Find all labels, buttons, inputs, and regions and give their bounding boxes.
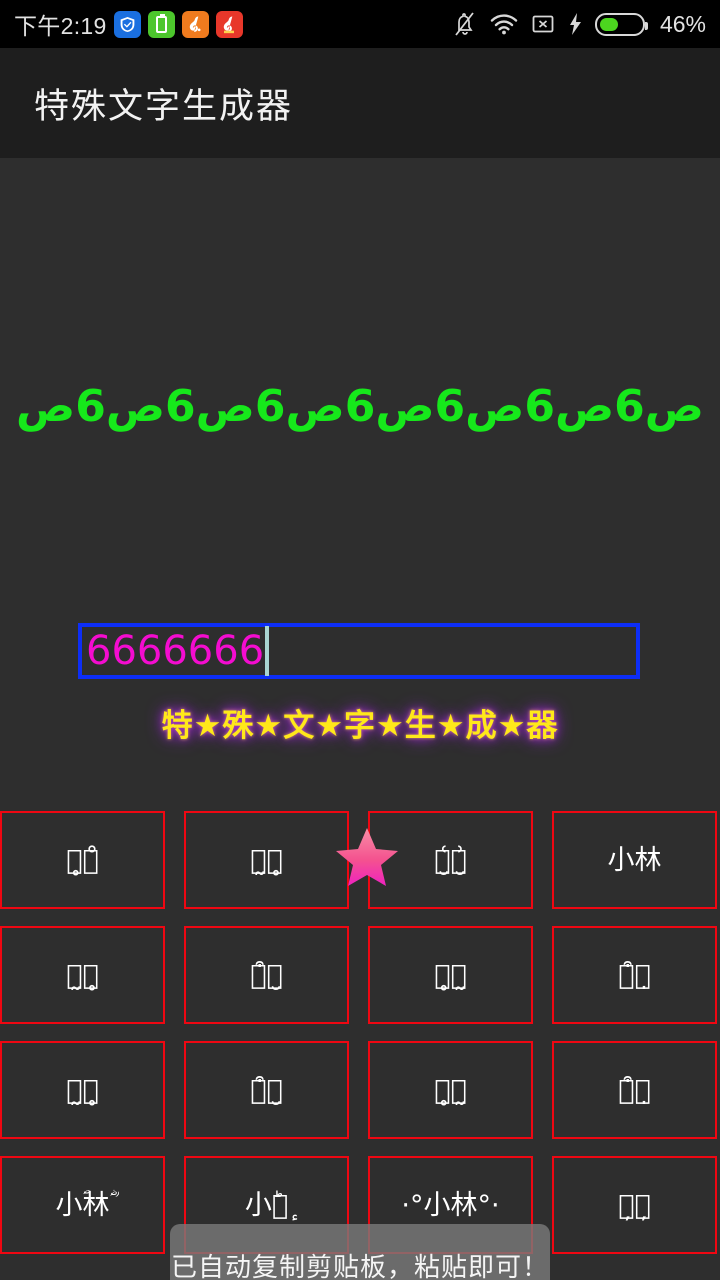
text-input-field[interactable]: 6666666	[78, 623, 640, 679]
style-cell-text: 小͒林̣	[618, 1074, 651, 1106]
style-cell[interactable]: 小͒林̮	[184, 926, 349, 1024]
style-cell[interactable]: 小̥林̊	[0, 811, 165, 909]
style-cell[interactable]: 小ؐ林ؓ	[0, 1156, 165, 1254]
style-cell[interactable]: 小̥林̰	[368, 926, 533, 1024]
style-cell-text: 小林	[607, 844, 662, 876]
style-cell-text: ·°小林°·	[401, 1189, 500, 1221]
style-cell-text: 小̥林̰	[434, 1074, 467, 1106]
status-bar: 下午2:19 46%	[0, 0, 720, 48]
style-cell-text: 小̰林̥	[250, 844, 283, 876]
shield-icon	[113, 10, 141, 38]
style-cell-text: 小͒林̮	[250, 959, 283, 991]
bell-muted-icon	[455, 12, 474, 36]
status-bar-right: 46%	[453, 11, 706, 38]
style-cell-text: 小̰林̥	[66, 1074, 99, 1106]
uc-browser-alt-icon	[215, 10, 243, 38]
main-content: ص6ص6ص6ص6ص6ص6ص6ص 6666666 特★殊★文★字★生★成★器 小̥…	[0, 158, 720, 1280]
style-cell-text: 小͒林̮	[250, 1074, 283, 1106]
style-cell[interactable]: 小̥林̰	[368, 1041, 533, 1139]
style-cell[interactable]: 小͒林̮	[184, 1041, 349, 1139]
app-bar: 特殊文字生成器	[0, 48, 720, 158]
style-cell[interactable]: 小̰林̥	[0, 1041, 165, 1139]
toast-notification: 已自动复制剪贴板，粘贴即可！	[170, 1224, 550, 1280]
style-cell-text: 小̥林̰	[434, 959, 467, 991]
style-grid: 小̥林̊ 小̰林̥ 小̮͑林̮͗ 小林 小̰林̥ 小͒林̮ 小̥林̰ 小͒林̣ …	[0, 811, 720, 1254]
style-cell[interactable]: 小林	[552, 811, 717, 909]
sim-x-icon	[532, 15, 554, 33]
style-cell[interactable]: 小̰林̥	[0, 926, 165, 1024]
battery-percent-label: 46%	[659, 10, 706, 37]
style-cell[interactable]: 小͒林̣	[552, 926, 717, 1024]
wifi-icon	[490, 14, 518, 35]
style-cell-text: 小̮͑林̮͗	[434, 844, 467, 876]
battery-app-icon	[147, 10, 175, 38]
text-cursor	[265, 626, 270, 676]
status-bar-left: 下午2:19	[14, 7, 243, 41]
style-cell[interactable]: 小͒林̣	[552, 1041, 717, 1139]
style-cell[interactable]: 小̰林̥	[184, 811, 349, 909]
uc-browser-icon	[181, 10, 209, 38]
status-clock: 下午2:19	[14, 13, 107, 39]
text-input-value: 6666666	[86, 628, 265, 674]
style-cell[interactable]: 小̦林̦	[552, 1156, 717, 1254]
charging-bolt-icon	[569, 13, 581, 35]
style-cell-text: 小ؐ林ؓ	[55, 1189, 110, 1221]
style-cell-text: 小̥林̊	[66, 844, 99, 876]
battery-icon	[594, 12, 648, 36]
preview-area: ص6ص6ص6ص6ص6ص6ص6ص	[0, 381, 720, 432]
subtitle-banner: 特★殊★文★字★生★成★器	[161, 708, 559, 743]
style-cell-text: 小͒林̣	[618, 959, 651, 991]
style-cell-text: 小̰林̥	[66, 959, 99, 991]
page-title: 特殊文字生成器	[34, 86, 294, 126]
toast-message: 已自动复制剪贴板，粘贴即可！	[170, 1251, 549, 1280]
preview-text: ص6ص6ص6ص6ص6ص6ص6ص	[16, 381, 705, 432]
style-cell-text: 小ؕ林ٕ	[244, 1189, 289, 1221]
style-cell-text: 小̦林̦	[618, 1189, 651, 1221]
style-cell[interactable]: 小̮͑林̮͗	[368, 811, 533, 909]
